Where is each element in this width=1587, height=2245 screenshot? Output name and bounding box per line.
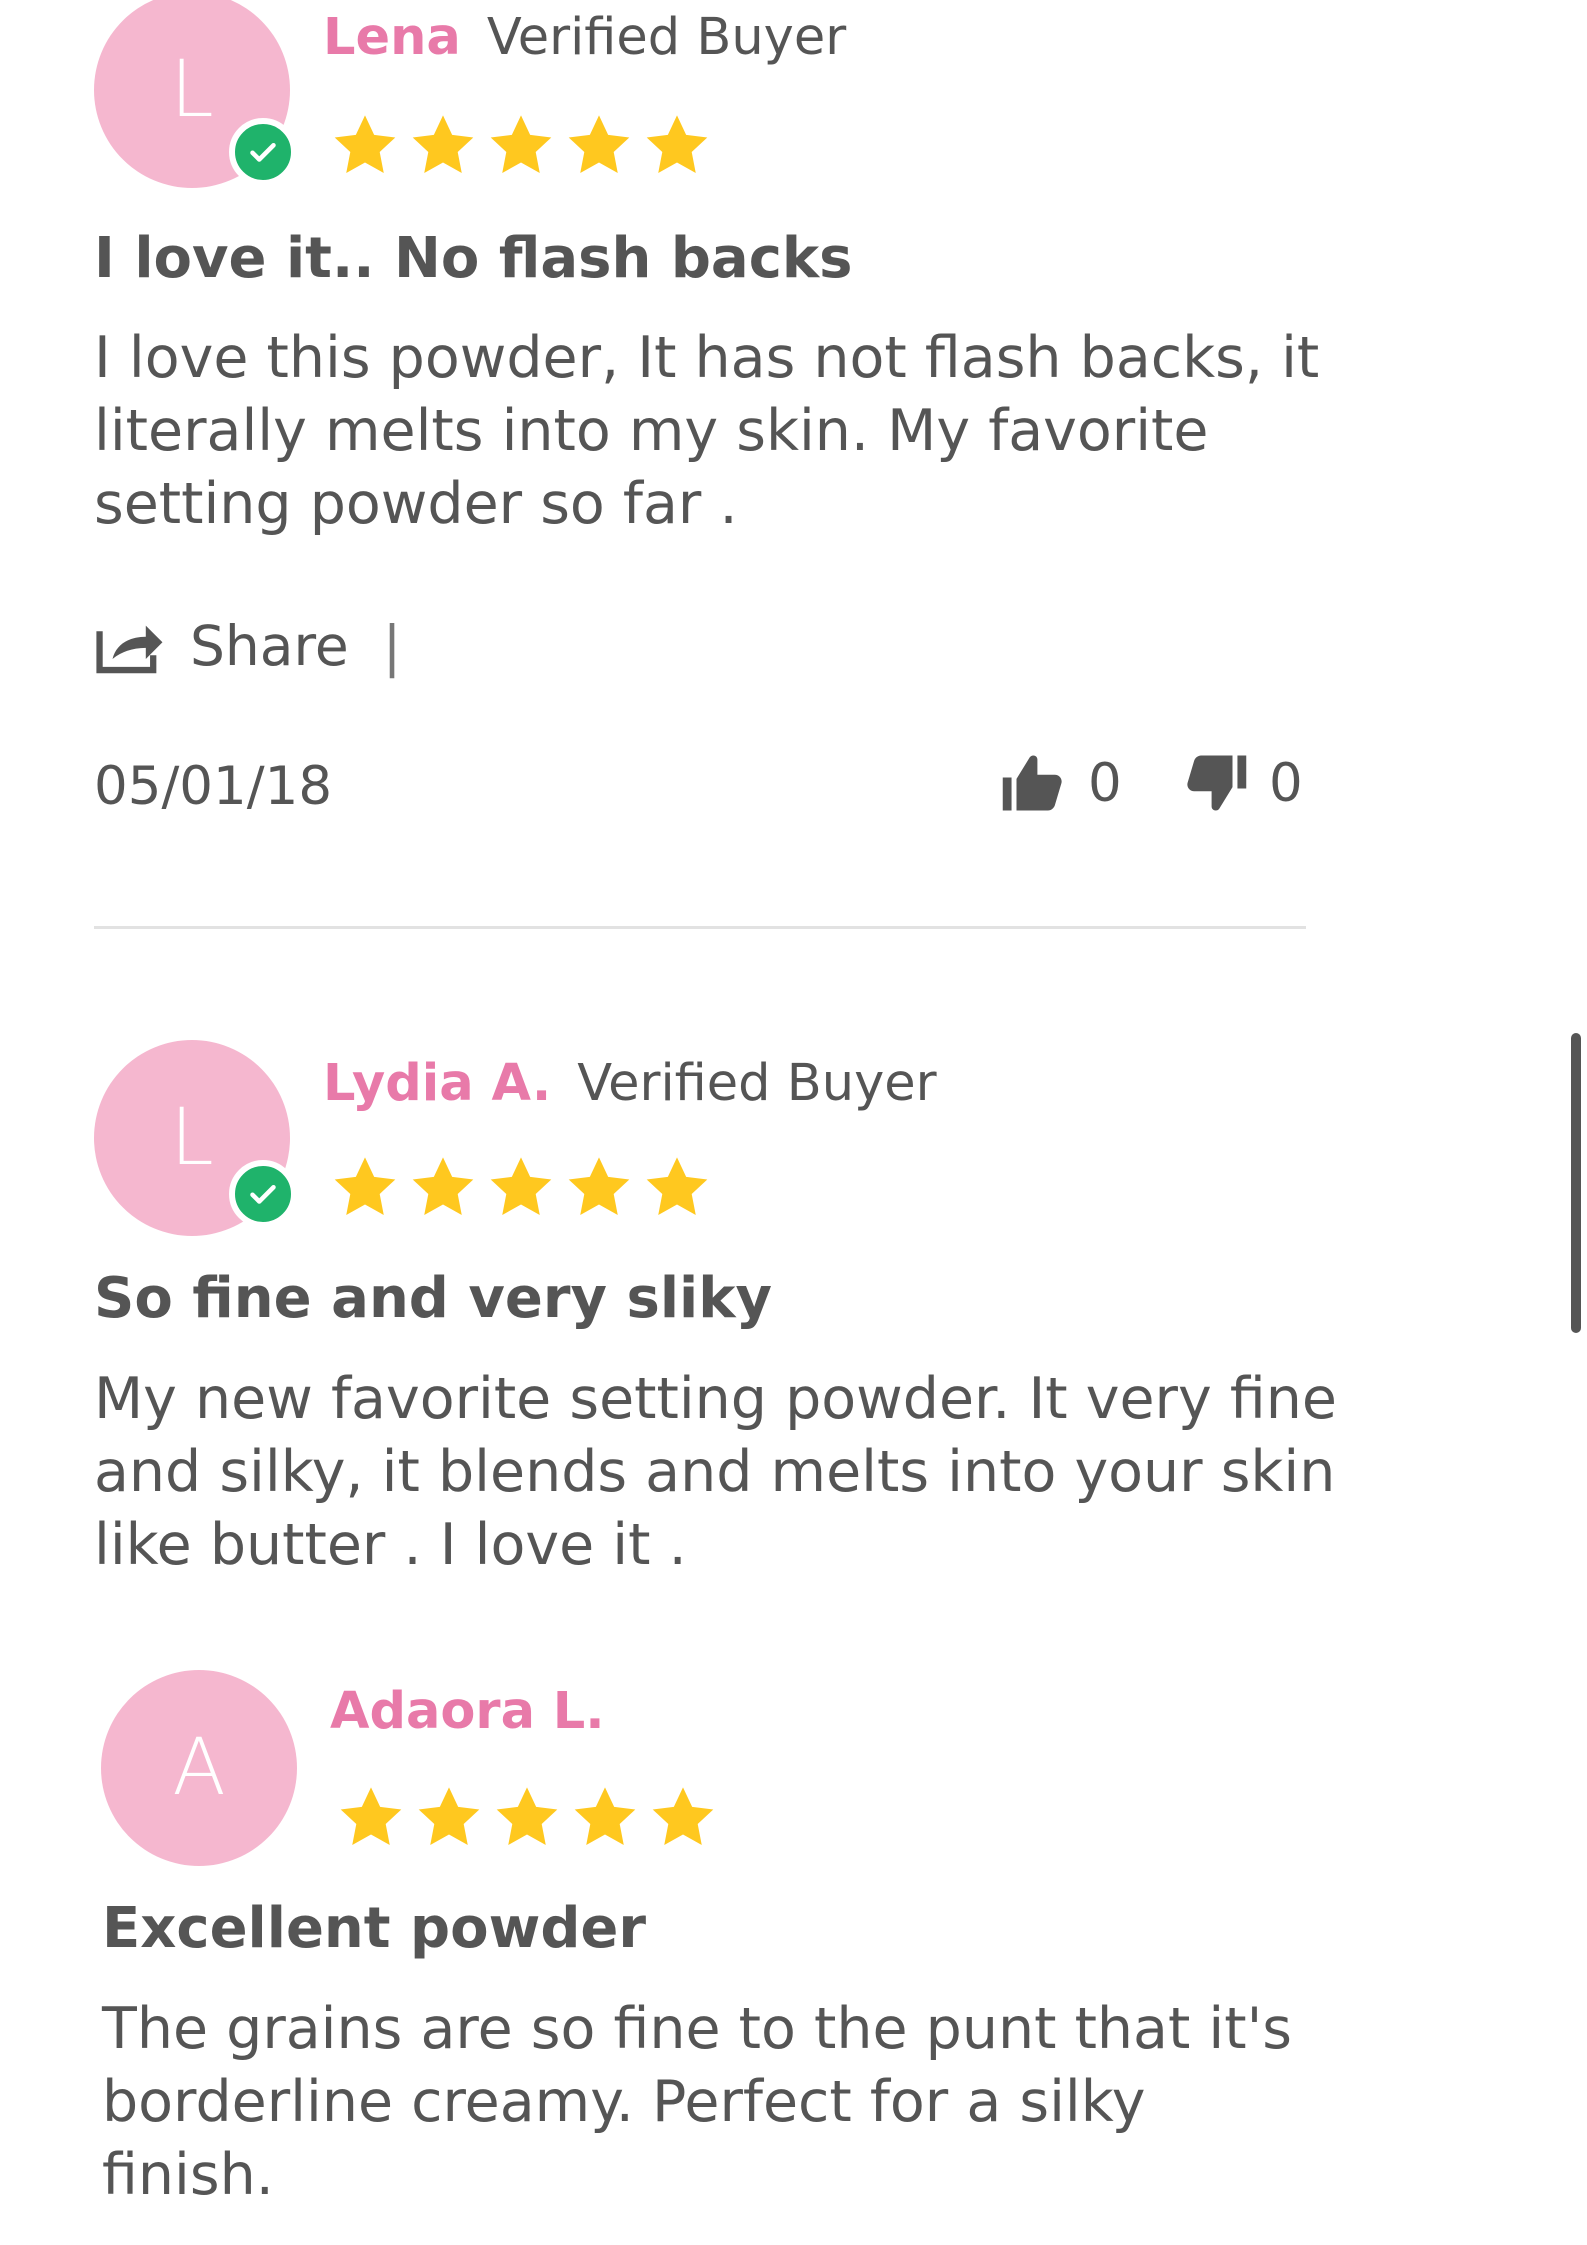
author-line: Lydia A. Verified Buyer <box>323 1054 937 1113</box>
star-icon <box>490 1157 552 1215</box>
review-item: L Lydia A. Verified Buyer So fine and ver… <box>0 1030 1400 1590</box>
review-date: 05/01/18 <box>94 756 333 817</box>
verified-buyer-label: Verified Buyer <box>486 8 847 67</box>
author-name: Lena <box>323 8 461 67</box>
star-icon <box>574 1787 636 1845</box>
review-title: Excellent powder <box>102 1896 647 1961</box>
avatar: A <box>101 1670 297 1866</box>
avatar-letter: L <box>170 1093 214 1183</box>
author-name: Lydia A. <box>323 1054 552 1113</box>
share-label: Share <box>190 614 349 678</box>
star-rating <box>329 110 713 182</box>
review-title: So fine and very sliky <box>94 1266 772 1331</box>
star-icon <box>412 115 474 173</box>
thumbs-up-count: 0 <box>1088 752 1122 814</box>
review-divider <box>94 926 1306 929</box>
thumbs-down-count: 0 <box>1269 752 1303 814</box>
author-line: Lena Verified Buyer <box>323 8 846 67</box>
star-icon <box>418 1787 480 1845</box>
star-icon <box>496 1787 558 1845</box>
star-rating <box>329 1152 713 1224</box>
author-line: Adaora L. <box>330 1682 631 1741</box>
star-rating <box>335 1782 719 1854</box>
star-icon <box>334 1157 396 1215</box>
scrollbar[interactable] <box>1571 1033 1581 1333</box>
star-icon <box>412 1157 474 1215</box>
star-icon <box>646 115 708 173</box>
star-icon <box>334 115 396 173</box>
thumbs-up-icon <box>1002 755 1062 811</box>
star-icon <box>340 1787 402 1845</box>
review-body: I love this powder, It has not flash bac… <box>94 325 1320 537</box>
share-separator: | <box>382 614 402 678</box>
thumbs-up-vote[interactable]: 0 <box>1000 750 1122 816</box>
verified-buyer-label: Verified Buyer <box>577 1054 937 1113</box>
verified-badge-icon <box>229 1160 297 1228</box>
author-name: Adaora L. <box>330 1682 605 1741</box>
review-item: A Adaora L. Excellent powder The grains … <box>0 1660 1400 2245</box>
star-icon <box>568 1157 630 1215</box>
thumbs-down-vote[interactable]: 0 <box>1183 750 1303 816</box>
verified-badge-icon <box>229 118 297 186</box>
share-button[interactable]: Share <box>94 614 349 678</box>
star-icon <box>652 1787 714 1845</box>
star-icon <box>568 115 630 173</box>
review-body: My new favorite setting powder. It very … <box>94 1366 1337 1578</box>
thumbs-down-icon <box>1187 755 1247 811</box>
share-row: Share | <box>94 614 401 678</box>
star-icon <box>646 1157 708 1215</box>
review-item: L Lena Verified Buyer I love it.. No flas… <box>0 0 1400 930</box>
review-title: I love it.. No flash backs <box>94 226 853 291</box>
star-icon <box>490 115 552 173</box>
avatar-letter: L <box>170 45 214 135</box>
share-icon <box>96 625 163 674</box>
review-body: The grains are so fine to the punt that … <box>102 1996 1292 2208</box>
avatar-letter: A <box>172 1723 226 1813</box>
